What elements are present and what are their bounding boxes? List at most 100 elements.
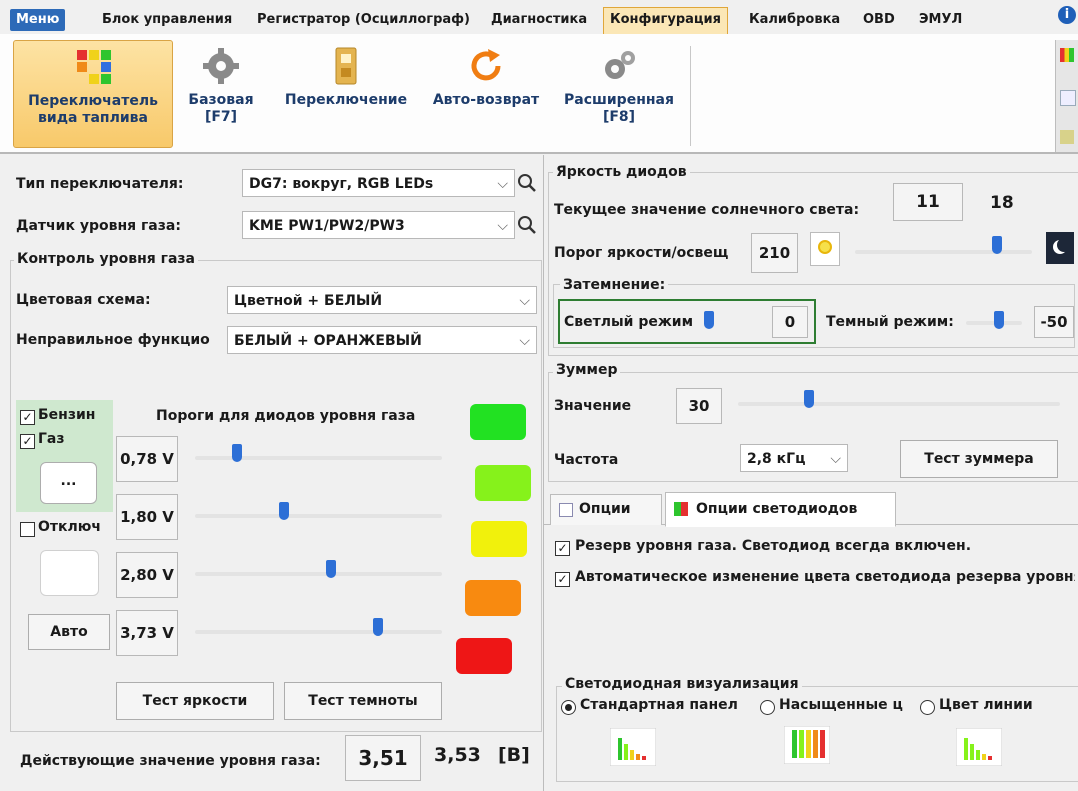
threshold-slider-3[interactable] xyxy=(325,560,336,578)
moon-icon[interactable] xyxy=(1046,232,1074,264)
dots-button[interactable]: ... xyxy=(40,462,97,504)
chevron-down-icon: ⌵ xyxy=(497,176,508,192)
buzzer-test-button[interactable]: Тест зуммера xyxy=(900,440,1058,478)
basic-button[interactable]: Базовая [F7] xyxy=(186,40,256,146)
fuel-switch-icon xyxy=(77,50,111,84)
frequency-select[interactable]: 2,8 кГц ⌵ xyxy=(740,444,848,472)
unit-label: [B] xyxy=(498,744,530,766)
auto-return-label: Авто-возврат xyxy=(432,92,540,108)
basic-label-2: [F7] xyxy=(204,109,238,125)
threshold-track-3 xyxy=(195,572,442,576)
advanced-label: Расширенная xyxy=(564,92,674,108)
petrol-checkbox[interactable]: ✓ xyxy=(20,410,35,425)
test-darkness-button[interactable]: Тест темноты xyxy=(284,682,442,720)
standard-panel-preview-icon xyxy=(610,728,656,766)
gas-sensor-select[interactable]: KME PW1/PW2/PW3 ⌵ xyxy=(242,211,515,239)
threshold-track-2 xyxy=(195,514,442,518)
tab-emul[interactable]: ЭМУЛ xyxy=(913,9,968,31)
frequency-value: 2,8 кГц xyxy=(747,451,806,467)
chevron-down-icon: ⌵ xyxy=(497,218,508,234)
tab-obd[interactable]: OBD xyxy=(857,9,901,31)
advanced-label-2: [F8] xyxy=(602,109,636,125)
tab-options[interactable]: Опции xyxy=(550,494,662,525)
tab-diagnostics[interactable]: Диагностика xyxy=(485,9,593,31)
threshold-track-4 xyxy=(195,630,442,634)
brightness-title: Яркость диодов xyxy=(553,164,690,180)
switch-icon xyxy=(335,47,357,85)
led-swatch-5[interactable] xyxy=(456,638,512,674)
off-label: Отключ xyxy=(38,519,101,535)
buzzer-track xyxy=(738,402,1060,406)
tab-led-options[interactable]: Опции светодиодов xyxy=(665,492,896,527)
brightness-threshold-track xyxy=(855,250,1032,254)
chevron-down-icon: ⌵ xyxy=(519,333,530,349)
chevron-down-icon: ⌵ xyxy=(830,451,841,467)
ribbon-separator xyxy=(690,46,691,146)
radio-line-color[interactable] xyxy=(920,700,935,715)
grid-tool-icon[interactable] xyxy=(1060,130,1074,144)
color-scheme-select[interactable]: Цветной + БЕЛЫЙ ⌵ xyxy=(227,286,537,314)
switching-button[interactable]: Переключение xyxy=(276,40,416,146)
threshold-slider-2[interactable] xyxy=(278,502,289,520)
search-icon[interactable] xyxy=(515,211,539,239)
buzzer-title: Зуммер xyxy=(553,362,621,378)
test-brightness-button[interactable]: Тест яркости xyxy=(116,682,274,720)
auto-return-button[interactable]: Авто-возврат xyxy=(422,40,550,146)
reserve-led-checkbox[interactable]: ✓ xyxy=(555,541,570,556)
auto-button[interactable]: Авто xyxy=(28,614,110,650)
gas-level-group-title: Контроль уровня газа xyxy=(14,251,198,267)
dark-mode-label: Темный режим: xyxy=(826,314,954,330)
gas-sensor-value: KME PW1/PW2/PW3 xyxy=(249,218,405,234)
switch-type-select[interactable]: DG7: вокруг, RGB LEDs ⌵ xyxy=(242,169,515,197)
auto-color-label: Автоматическое изменение цвета светодиод… xyxy=(575,569,1075,585)
radio-standard-panel[interactable] xyxy=(561,700,576,715)
current-level-label: Действующие значение уровня газа: xyxy=(20,753,321,769)
color-scheme-label: Цветовая схема: xyxy=(16,292,151,308)
led-colors-icon xyxy=(674,502,688,516)
dark-mode-slider[interactable] xyxy=(994,311,1004,329)
tab-menu[interactable]: Меню xyxy=(10,9,66,31)
threshold-slider-1[interactable] xyxy=(231,444,242,462)
gas-label: Газ xyxy=(38,431,65,447)
tab-configuration[interactable]: Конфигурация xyxy=(603,7,728,34)
gas-sensor-label: Датчик уровня газа: xyxy=(16,218,181,234)
color-tool-icon[interactable] xyxy=(1060,48,1074,62)
fuel-switch-label: Переключатель xyxy=(28,93,158,109)
search-icon[interactable] xyxy=(515,169,539,197)
arrow-tool-icon[interactable] xyxy=(1060,90,1076,106)
sun-icon[interactable] xyxy=(810,232,840,266)
fuel-switch-button[interactable]: Переключатель вида таплива xyxy=(13,40,173,148)
light-mode-slider[interactable] xyxy=(704,311,714,329)
off-checkbox[interactable] xyxy=(20,522,35,537)
auto-color-checkbox[interactable]: ✓ xyxy=(555,572,570,587)
led-swatch-3[interactable] xyxy=(471,521,527,557)
dimming-title: Затемнение: xyxy=(560,277,669,293)
tab-recorder[interactable]: Регистратор (Осциллограф) xyxy=(251,9,476,31)
led-swatch-4[interactable] xyxy=(465,580,521,616)
ribbon: Переключатель вида таплива Базовая [F7] … xyxy=(0,34,1078,154)
petrol-label: Бензин xyxy=(38,407,96,423)
refresh-icon xyxy=(471,49,501,81)
tab-control-unit[interactable]: Блок управления xyxy=(96,9,238,31)
fault-select[interactable]: БЕЛЫЙ + ОРАНЖЕВЫЙ ⌵ xyxy=(227,326,537,354)
light-mode-value: 0 xyxy=(772,306,808,338)
threshold-slider-4[interactable] xyxy=(372,618,383,636)
fuel-switch-label-2: вида таплива xyxy=(38,110,148,126)
threshold-value-4: 3,73 V xyxy=(116,610,178,656)
chevron-down-icon: ⌵ xyxy=(519,293,530,309)
reserve-led-label: Резерв уровня газа. Светодиод всегда вкл… xyxy=(575,538,972,554)
gas-checkbox[interactable]: ✓ xyxy=(20,434,35,449)
advanced-button[interactable]: Расширенная [F8] xyxy=(560,40,678,146)
info-icon[interactable]: i xyxy=(1058,6,1076,24)
frequency-label: Частота xyxy=(554,452,619,468)
led-swatch-1[interactable] xyxy=(470,404,526,440)
brightness-threshold-slider[interactable] xyxy=(991,236,1002,254)
buzzer-slider[interactable] xyxy=(803,390,814,408)
led-swatch-2[interactable] xyxy=(475,465,531,501)
radio-saturated[interactable] xyxy=(760,700,775,715)
off-color-swatch[interactable] xyxy=(40,550,99,596)
radio-line-color-label: Цвет линии xyxy=(939,697,1033,713)
dark-mode-value: -50 xyxy=(1034,306,1074,338)
sun-value-label: Текущее значение солнечного света: xyxy=(554,202,860,218)
tab-calibration[interactable]: Калибровка xyxy=(743,9,846,31)
